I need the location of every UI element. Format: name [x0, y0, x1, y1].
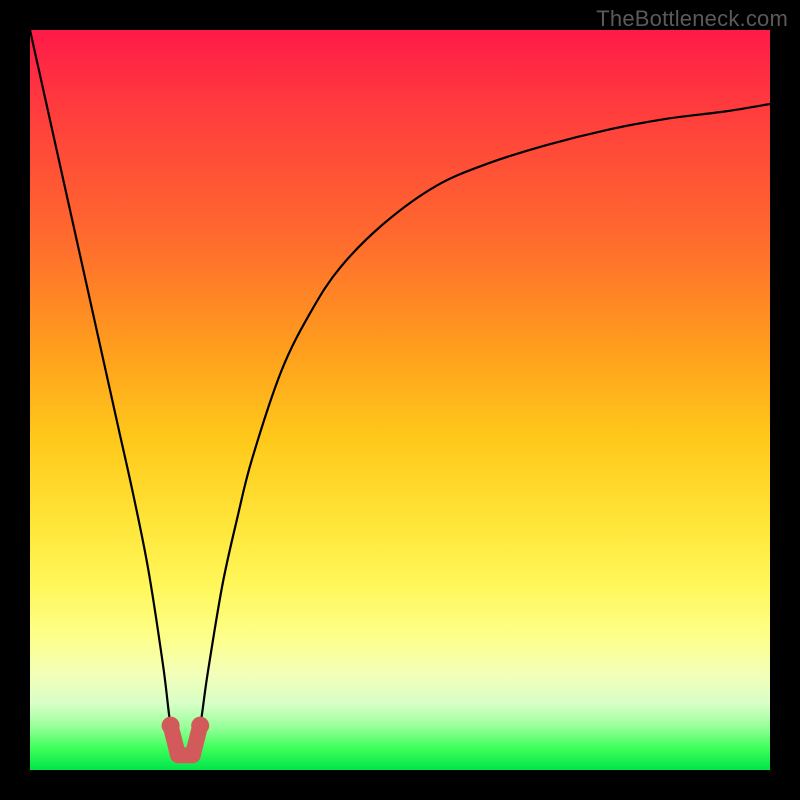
- minimum-markers: [162, 717, 210, 756]
- plot-area: [30, 30, 770, 770]
- bottleneck-curve: [30, 30, 770, 770]
- chart-frame: TheBottleneck.com: [0, 0, 800, 800]
- watermark-text: TheBottleneck.com: [596, 6, 788, 32]
- minimum-marker-dot: [191, 717, 209, 735]
- minimum-marker-dot: [162, 717, 180, 735]
- curve-path: [30, 30, 770, 757]
